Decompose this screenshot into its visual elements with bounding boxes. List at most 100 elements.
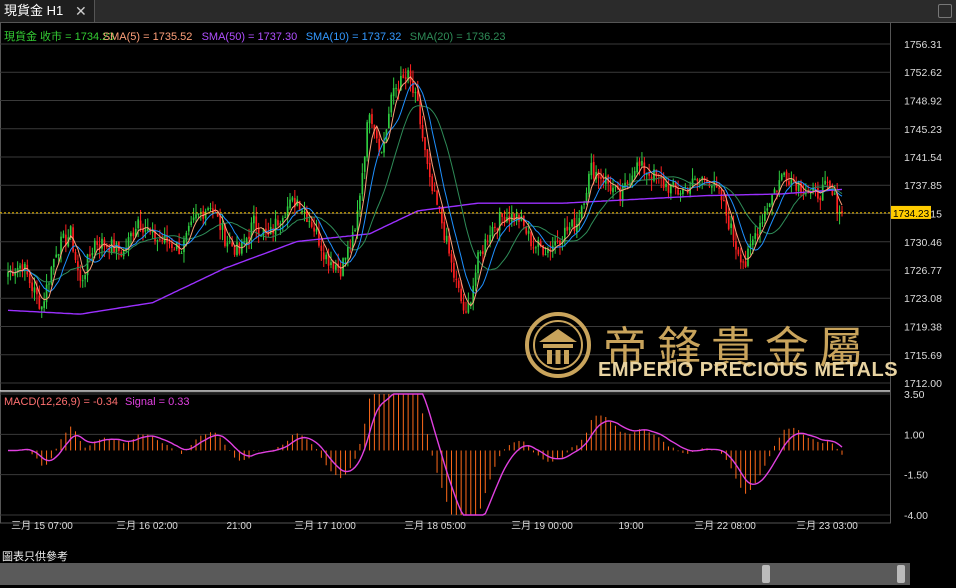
candle-body <box>33 287 36 293</box>
candle-body <box>441 208 443 224</box>
price-chart[interactable]: 1756.31 1752.62 1748.92 1745.23 1741.54 1737.… <box>0 22 956 562</box>
horizontal-scrollbar[interactable] <box>0 563 910 585</box>
candle-body <box>277 220 279 226</box>
candle-body <box>588 173 590 194</box>
candle-body <box>436 190 438 205</box>
candle-body <box>643 162 646 174</box>
candle-body <box>501 213 503 217</box>
macd-legend-item: Signal = 0.33 <box>125 396 190 408</box>
price-legend-item: SMA(10) = 1737.32 <box>306 31 402 43</box>
candle-body <box>573 217 576 231</box>
candle-body <box>354 230 356 232</box>
candle-body <box>57 254 60 256</box>
price-tick-label: 1745.23 <box>904 124 942 136</box>
candle-body <box>103 239 106 247</box>
candle-body <box>744 261 747 267</box>
macd-signal-line <box>7 393 843 516</box>
candle-body <box>566 226 569 231</box>
candle-body <box>737 249 740 255</box>
candle-body <box>371 114 373 125</box>
candle-body <box>592 161 595 179</box>
candle-body <box>96 241 99 245</box>
scroll-handle-right[interactable] <box>897 565 905 583</box>
candle-body <box>544 254 547 256</box>
candle-body <box>730 223 732 229</box>
time-tick-label: 三月 22 08:00 <box>694 520 756 532</box>
candle-body <box>710 186 713 188</box>
candle-body <box>359 195 361 210</box>
candle-body <box>212 208 214 211</box>
candle-body <box>450 253 453 263</box>
candle-body <box>482 251 484 255</box>
candle-body <box>291 197 294 201</box>
candle-body <box>115 242 118 253</box>
candle-body <box>397 88 400 92</box>
candle-body <box>31 282 33 291</box>
window-restore-icon[interactable] <box>938 4 952 18</box>
candle-body <box>636 162 638 173</box>
candle-body <box>308 220 311 222</box>
candle-body <box>428 162 431 178</box>
candle-body <box>735 241 737 250</box>
candle-body <box>330 262 332 266</box>
candle-body <box>395 87 397 89</box>
candle-body <box>800 181 802 193</box>
close-icon[interactable]: ✕ <box>75 0 87 22</box>
scroll-handle-left[interactable] <box>762 565 770 583</box>
candle-body <box>19 265 21 269</box>
tab-spot-gold-h1[interactable]: 現貨金 H1 ✕ <box>0 0 95 22</box>
candle-body <box>409 70 412 82</box>
logo-english-name: EMPERIO PRECIOUS METALS <box>598 359 899 381</box>
candle-body <box>38 295 41 309</box>
candle-body <box>679 193 682 195</box>
candle-body <box>742 261 745 263</box>
candle-body <box>638 161 641 167</box>
candle-body <box>641 160 643 166</box>
candle-body <box>344 257 347 260</box>
price-legend-item: SMA(50) = 1737.30 <box>202 31 298 43</box>
candle-body <box>486 240 489 242</box>
candle-body <box>81 280 84 282</box>
candle-body <box>89 254 91 257</box>
candle-body <box>388 113 390 129</box>
candle-body <box>414 92 417 94</box>
candle-body <box>253 215 255 224</box>
candle-body <box>351 232 354 249</box>
candle-body <box>732 224 735 241</box>
macd-panel-frame <box>0 391 891 524</box>
candle-body <box>62 233 65 238</box>
candle-body <box>672 181 675 186</box>
candle-body <box>633 171 636 177</box>
candle-body <box>665 183 667 188</box>
candle-body <box>281 217 284 222</box>
candle-body <box>443 221 446 241</box>
candle-body <box>766 208 769 211</box>
time-tick-label: 19:00 <box>618 521 643 532</box>
candle-body <box>404 77 407 79</box>
price-tick-label: 1715.69 <box>904 350 942 362</box>
candle-body <box>144 229 147 232</box>
candle-body <box>313 227 315 232</box>
candle-body <box>274 218 277 235</box>
macd-tick-label: -4.00 <box>904 510 928 522</box>
candle-body <box>171 243 173 248</box>
price-tick-label: 1741.54 <box>904 152 942 164</box>
sma20-line <box>7 105 843 283</box>
candle-body <box>460 288 462 302</box>
candle-body <box>453 262 455 278</box>
candle-body <box>701 177 704 179</box>
candle-body <box>48 283 50 285</box>
candle-body <box>491 226 494 237</box>
time-tick-label: 三月 15 07:00 <box>11 520 73 532</box>
candle-body <box>477 252 479 274</box>
candle-body <box>402 74 405 79</box>
candle-body <box>43 301 45 308</box>
candle-body <box>597 171 600 179</box>
emperio-logo: 帝鋒貴金屬 EMPERIO PRECIOUS METALS <box>525 312 898 384</box>
candle-body <box>583 203 585 205</box>
candle-body <box>580 206 583 218</box>
price-tick-label: 1730.46 <box>904 237 942 249</box>
candle-body <box>691 178 694 186</box>
sma10-line <box>7 83 843 294</box>
candle-body <box>221 224 224 230</box>
